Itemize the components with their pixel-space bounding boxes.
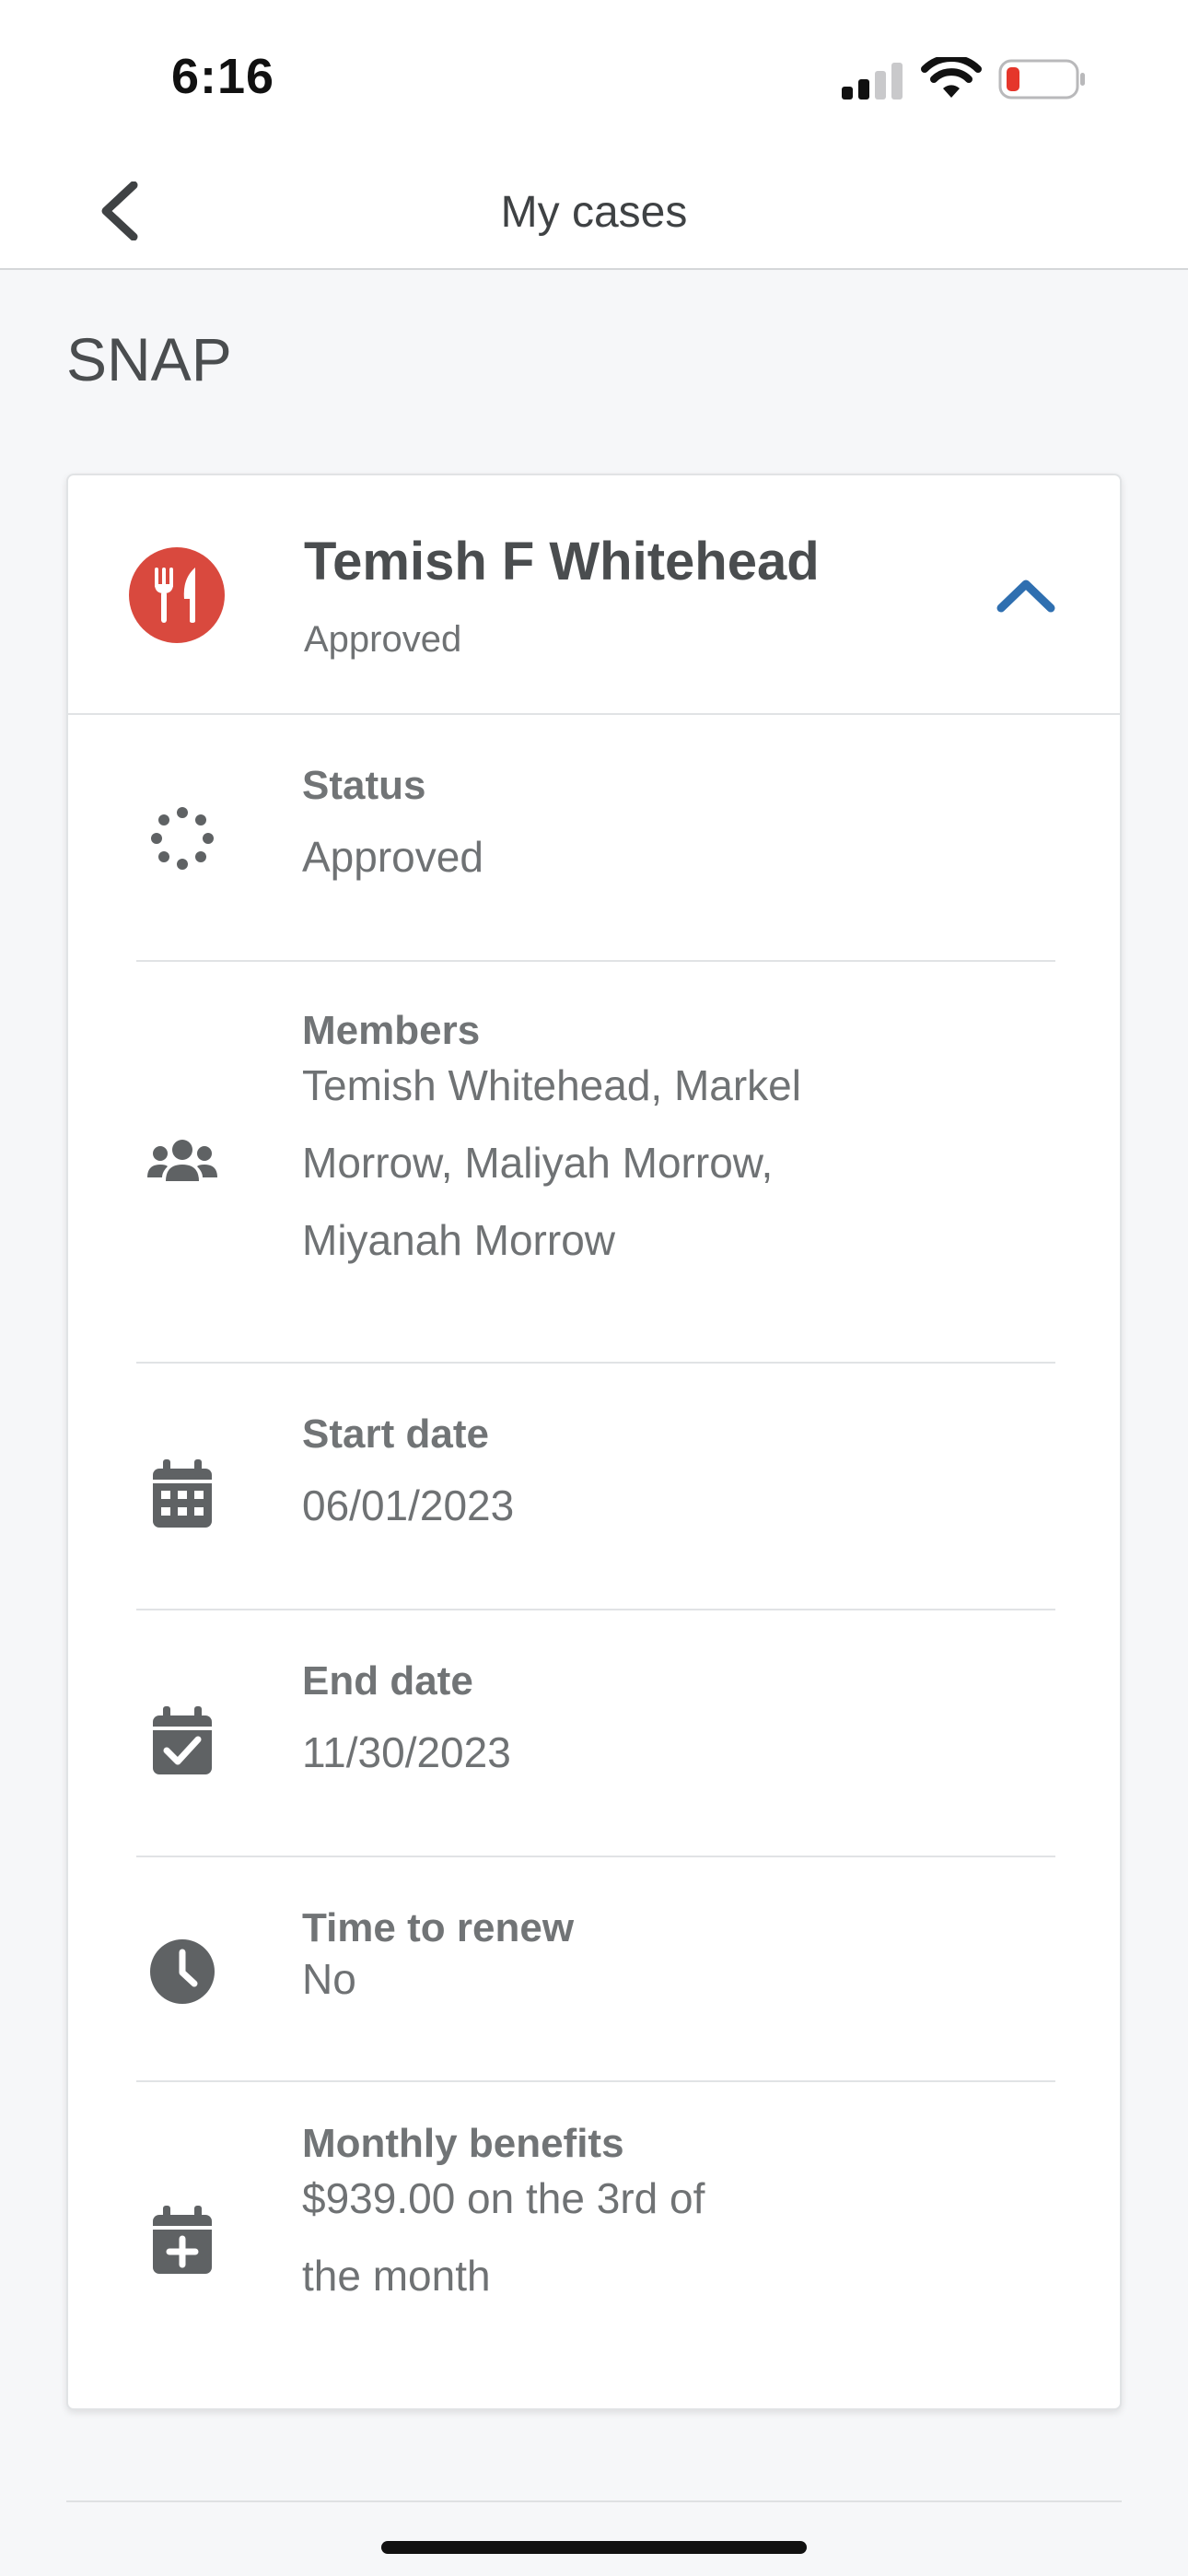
- page-title: My cases: [500, 188, 688, 237]
- calendar-icon: [136, 1448, 228, 1540]
- navigation-bar: My cases: [0, 152, 1188, 270]
- case-status-summary: Approved: [304, 619, 462, 660]
- members-line: Miyanah Morrow: [302, 1216, 615, 1264]
- fork-knife-icon: [129, 547, 225, 643]
- calendar-check-icon: [136, 1695, 228, 1787]
- case-holder-name: Temish F Whitehead: [304, 532, 820, 591]
- status-time: 6:16: [171, 49, 275, 104]
- detail-value: No: [302, 1955, 356, 2003]
- detail-row-members: Members Temish Whitehead, Markel Morrow,…: [136, 962, 1055, 1364]
- detail-value: 11/30/2023: [302, 1728, 511, 1776]
- benefit-line: $939.00 on the 3rd of: [302, 2174, 705, 2222]
- cellular-signal-icon: [842, 63, 903, 100]
- benefit-line: the month: [302, 2252, 491, 2300]
- chevron-up-icon: [996, 580, 1055, 613]
- detail-label: Status: [302, 763, 426, 808]
- status-bar: 6:16: [0, 0, 1188, 152]
- wifi-icon: [921, 57, 982, 98]
- case-card: Temish F Whitehead Approved Status Appro…: [66, 474, 1122, 2410]
- detail-value: 06/01/2023: [302, 1481, 515, 1529]
- detail-label: Start date: [302, 1411, 489, 1457]
- detail-row-end-date: End date 11/30/2023: [136, 1610, 1055, 1857]
- members-line: Temish Whitehead, Markel: [302, 1061, 801, 1109]
- section-divider: [66, 2500, 1122, 2502]
- program-section-title: SNAP: [66, 325, 232, 393]
- detail-value: Approved: [302, 833, 483, 881]
- spinner-icon: [136, 792, 228, 884]
- users-icon: [136, 1117, 228, 1209]
- clock-icon: [136, 1926, 228, 2018]
- members-line: Morrow, Maliyah Morrow,: [302, 1139, 774, 1187]
- detail-label: End date: [302, 1658, 473, 1704]
- detail-row-time-to-renew: Time to renew No: [136, 1857, 1055, 2082]
- detail-row-status: Status Approved: [136, 715, 1055, 962]
- detail-value: $939.00 on the 3rd of the month: [302, 2160, 855, 2314]
- case-card-header[interactable]: Temish F Whitehead Approved: [68, 475, 1120, 715]
- collapse-button[interactable]: [987, 560, 1065, 630]
- detail-row-monthly-benefits: Monthly benefits $939.00 on the 3rd of t…: [136, 2082, 1055, 2410]
- home-indicator[interactable]: [381, 2541, 807, 2554]
- calendar-plus-icon: [136, 2195, 228, 2287]
- detail-row-start-date: Start date 06/01/2023: [136, 1364, 1055, 1610]
- detail-value: Temish Whitehead, Markel Morrow, Maliyah…: [302, 1047, 855, 1279]
- battery-low-icon: [998, 59, 1085, 100]
